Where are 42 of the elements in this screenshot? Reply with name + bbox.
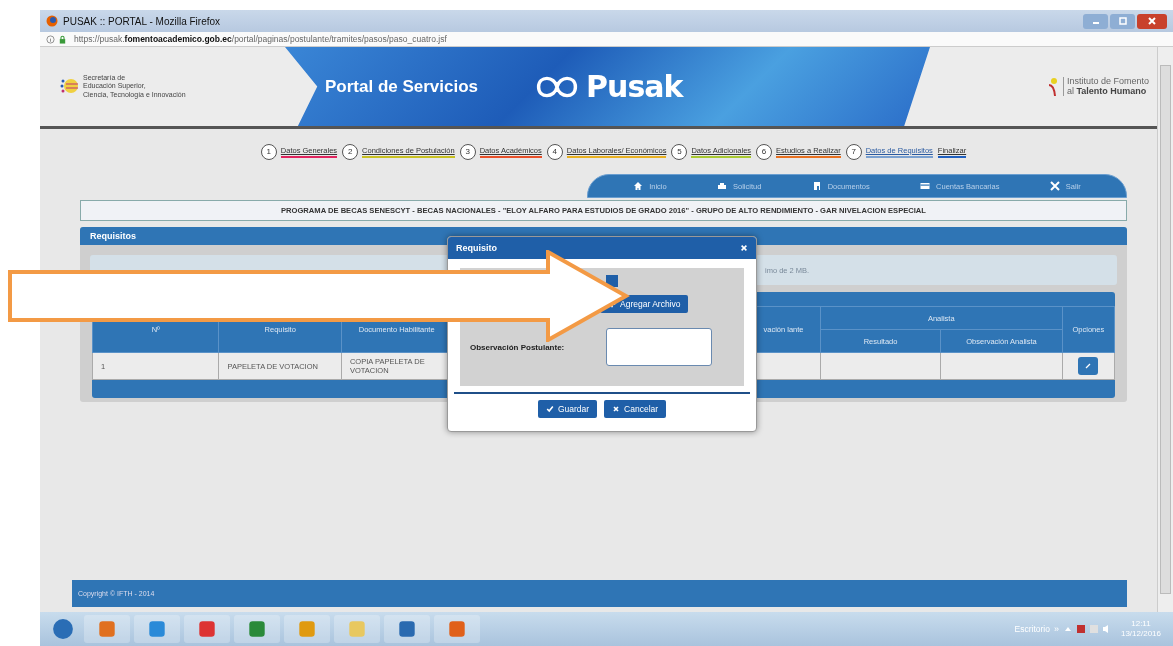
brand-name: Pusak [586,69,683,104]
building-icon [811,181,822,191]
institute-logo-text: Instituto de Fomento al Talento Humano [1062,76,1149,97]
close-icon [612,405,621,413]
printer-icon [717,181,727,191]
field-label: Observación Postulante: [470,342,566,352]
save-button[interactable]: Guardar [537,400,598,418]
observation-field[interactable] [606,328,712,366]
panel-title: Requisitos [90,231,136,241]
close-icon [1147,16,1157,26]
minimize-button[interactable] [1083,13,1108,29]
taskbar-app-icon[interactable] [434,615,480,643]
figure-logo-icon [1046,76,1059,97]
taskbar-app-icon[interactable] [234,615,280,643]
window-title: PUSAK :: PORTAL - Mozilla Firefox [63,15,221,27]
tray-icons-drawing[interactable] [1062,623,1111,635]
step-number: 5 [671,143,688,160]
maximize-icon [1117,16,1128,26]
close-icon[interactable] [740,244,748,252]
browser-logo-icon [46,15,58,27]
taskbar-app-icon[interactable] [184,615,230,643]
check-icon [545,405,554,413]
info-icon[interactable] [46,34,55,44]
lock-icon [58,34,67,44]
taskbar-app-icon[interactable] [134,615,180,643]
taskbar-app-icon[interactable] [384,615,430,643]
scrollbar[interactable] [1157,47,1173,612]
dialog-title: Requisito [456,243,497,253]
home-icon [633,181,644,191]
card-icon [920,181,931,191]
banner-title: Portal de Servicios [325,76,479,97]
step-number: 6 [756,143,773,160]
taskbar-app-icon[interactable] [284,615,330,643]
step-number: 3 [459,143,476,160]
taskbar-app-icon[interactable] [84,615,130,643]
edit-button[interactable] [1078,357,1099,375]
step-number: 1 [260,143,277,160]
step-number: 2 [342,143,359,160]
close-button[interactable] [1137,13,1167,29]
step-number: 7 [845,143,862,160]
cancel-button[interactable]: Cancelar [604,400,667,418]
step-number: 4 [546,143,563,160]
